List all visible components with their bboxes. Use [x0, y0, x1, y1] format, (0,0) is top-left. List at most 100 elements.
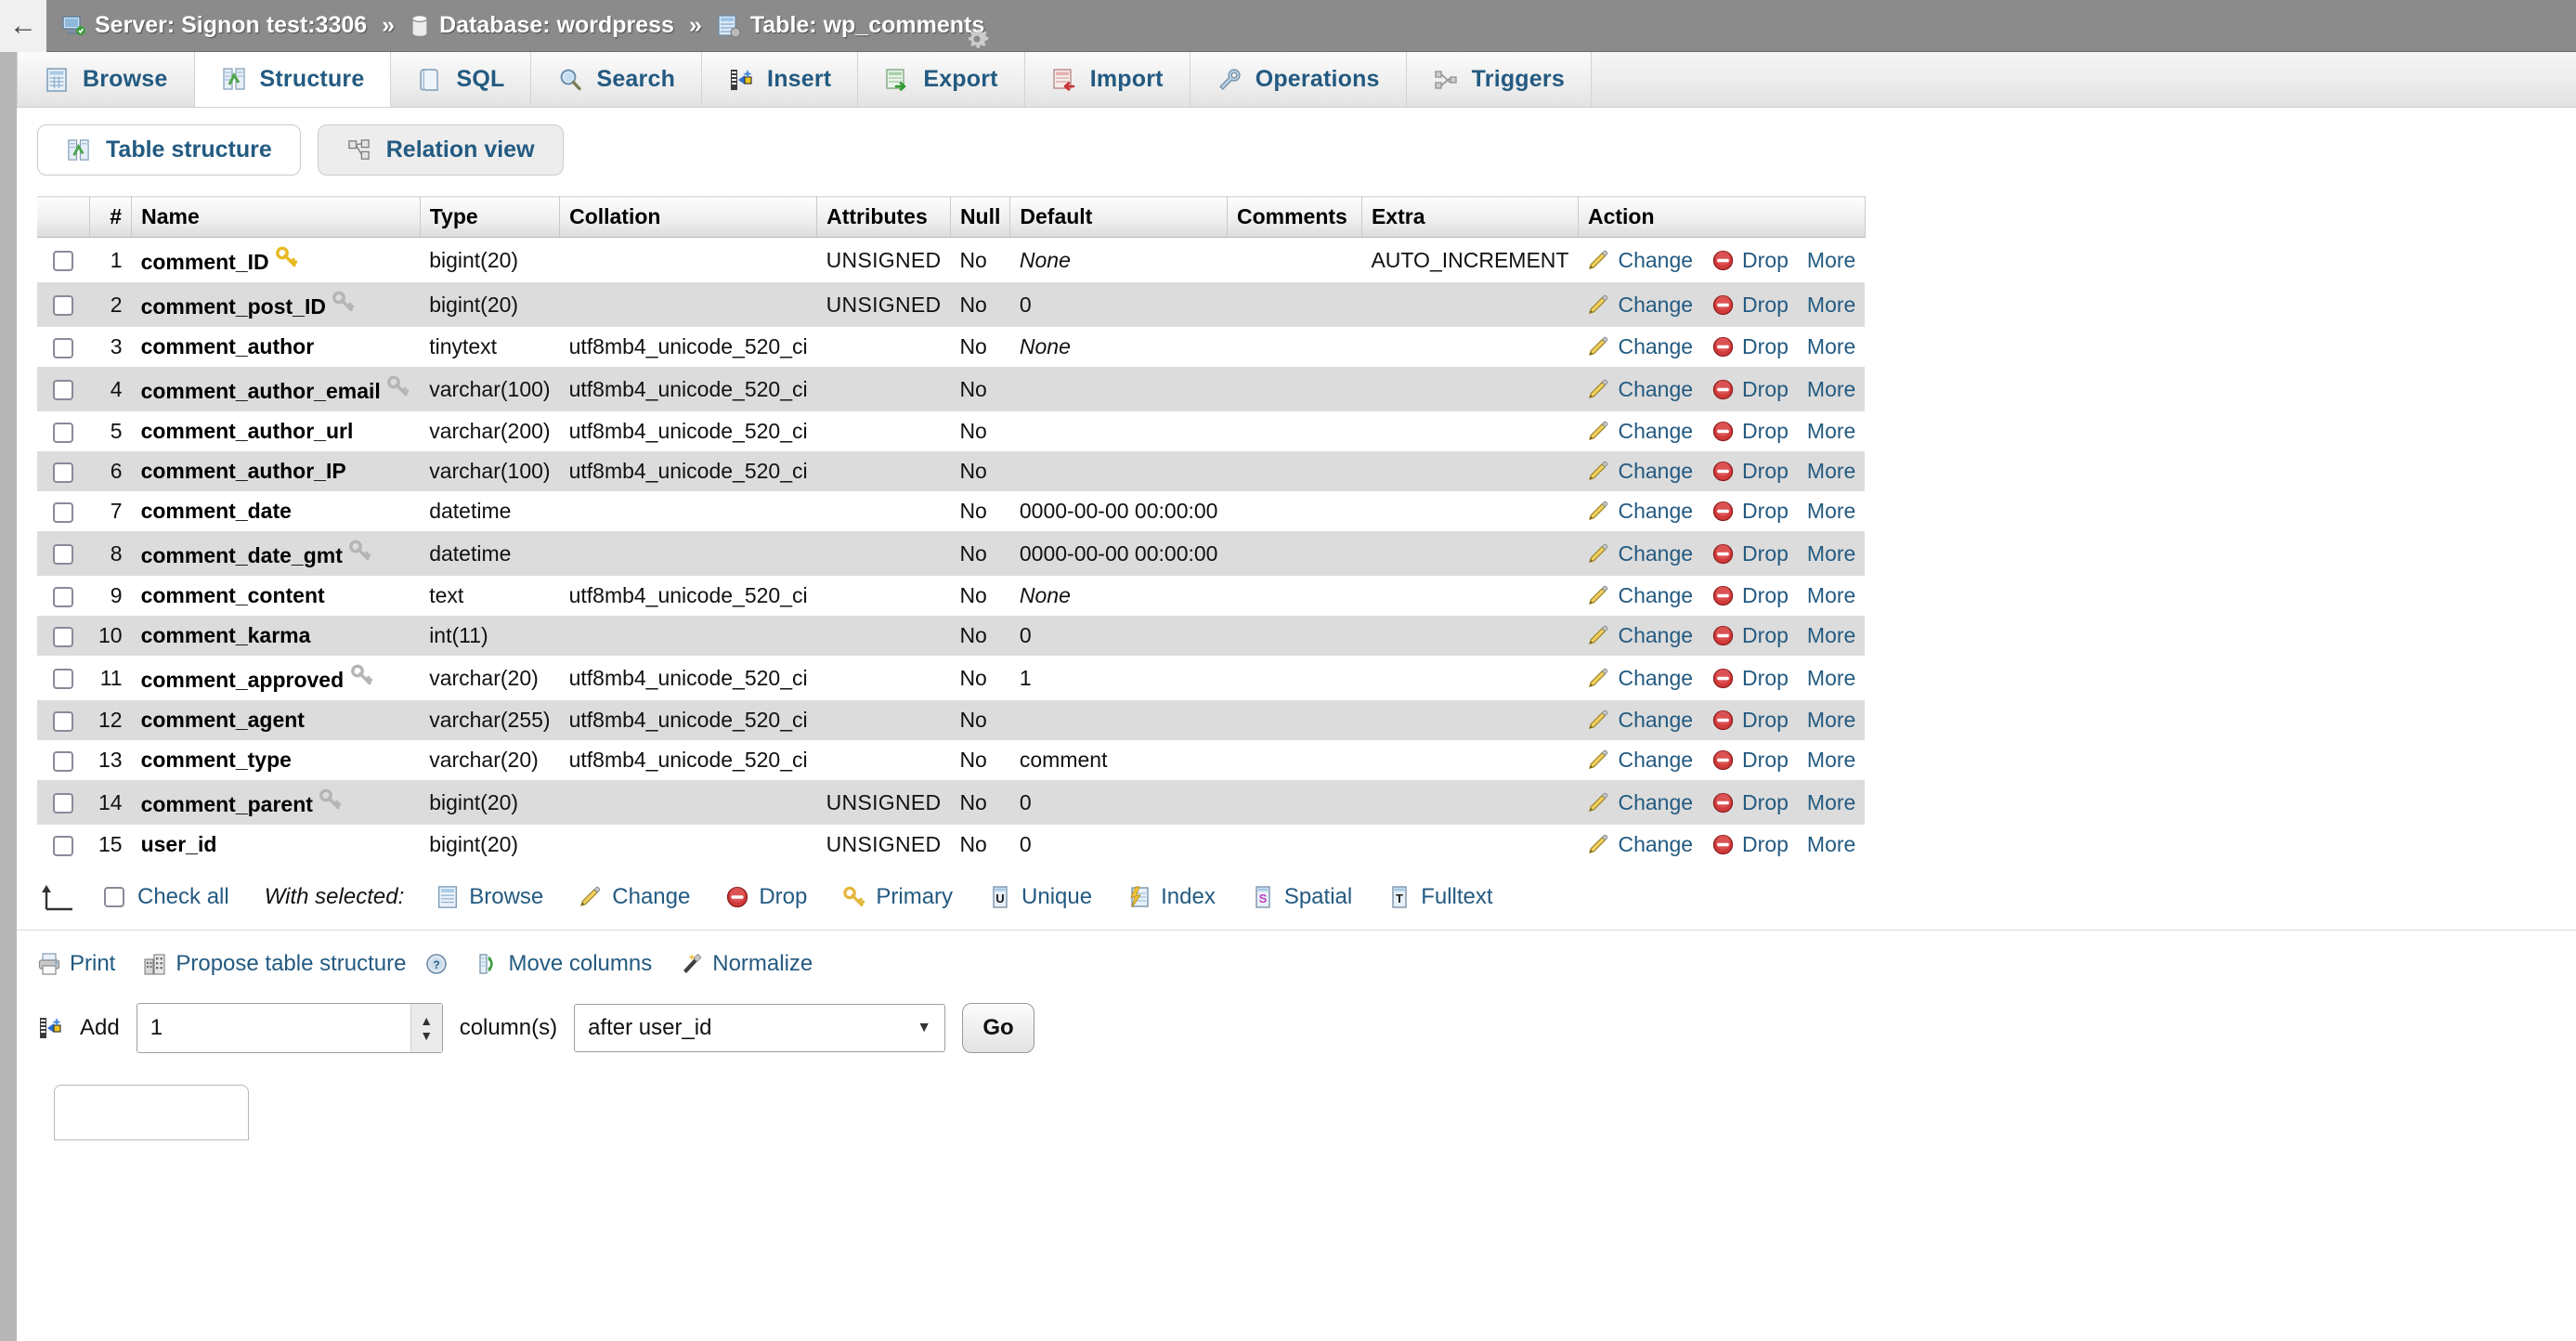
number-stepper[interactable]: ▲ ▼ — [410, 1004, 442, 1052]
propose-table-structure-action[interactable]: Propose table structure ? — [143, 951, 448, 977]
col-header-name[interactable]: Name — [131, 196, 421, 238]
table-row[interactable]: 8 comment_date_gmt datetime No 0000-00-00 0… — [37, 531, 1866, 576]
move-columns-action[interactable]: Move columns — [476, 951, 652, 977]
row-select-cell[interactable] — [37, 700, 89, 740]
table-row[interactable]: 13 comment_type varchar(20) utf8mb4_unicod… — [37, 740, 1866, 780]
row-select-cell[interactable] — [37, 491, 89, 531]
tab-triggers[interactable]: Triggers — [1406, 52, 1592, 107]
table-row[interactable]: 6 comment_author_IP varchar(100) utf8mb4_u… — [37, 451, 1866, 491]
row-checkbox[interactable] — [53, 669, 73, 690]
col-header-number[interactable]: # — [89, 196, 133, 238]
gear-icon[interactable] — [964, 26, 990, 52]
with-selected-index[interactable]: Index — [1127, 884, 1216, 910]
with-selected-drop[interactable]: Drop — [725, 884, 807, 910]
row-checkbox[interactable] — [53, 586, 73, 607]
row-more-action[interactable]: More — [1807, 499, 1855, 524]
row-column-name[interactable]: comment_parent — [131, 780, 421, 825]
col-header-extra[interactable]: Extra — [1361, 196, 1579, 238]
row-more-action[interactable]: More — [1807, 541, 1855, 566]
row-checkbox[interactable] — [53, 626, 73, 647]
table-row[interactable]: 5 comment_author_url varchar(200) utf8mb4_… — [37, 411, 1866, 451]
tab-export[interactable]: Export — [858, 52, 1025, 107]
row-select-cell[interactable] — [37, 656, 89, 700]
row-select-cell[interactable] — [37, 367, 89, 411]
with-selected-change[interactable]: Change — [579, 884, 690, 910]
row-drop-action[interactable]: Drop — [1711, 666, 1789, 691]
row-select-cell[interactable] — [37, 780, 89, 825]
row-select-cell[interactable] — [37, 411, 89, 451]
with-selected-browse[interactable]: Browse — [436, 884, 543, 910]
table-row[interactable]: 9 comment_content text utf8mb4_unicode_520… — [37, 576, 1866, 616]
row-drop-action[interactable]: Drop — [1711, 832, 1789, 857]
row-drop-action[interactable]: Drop — [1711, 334, 1789, 359]
add-column-count-input[interactable]: 1 ▲ ▼ — [136, 1003, 443, 1053]
row-drop-action[interactable]: Drop — [1711, 293, 1789, 318]
row-drop-action[interactable]: Drop — [1711, 419, 1789, 444]
table-row[interactable]: 4 comment_author_email varchar(100) utf8mb… — [37, 367, 1866, 411]
table-row[interactable]: 15 user_id bigint(20) UNSIGNED No 0 Change Dro… — [37, 825, 1866, 865]
row-checkbox[interactable] — [53, 380, 73, 401]
row-drop-action[interactable]: Drop — [1711, 583, 1789, 608]
breadcrumb-item-table[interactable]: Table: wp_comments — [717, 12, 984, 39]
row-column-name[interactable]: comment_author_email — [131, 367, 421, 411]
col-header-type[interactable]: Type — [420, 196, 561, 238]
row-change-action[interactable]: Change — [1587, 748, 1693, 773]
table-row[interactable]: 1 comment_ID bigint(20) UNSIGNED No None AUTO… — [37, 237, 1866, 282]
row-column-name[interactable]: comment_author — [131, 327, 421, 367]
row-more-action[interactable]: More — [1807, 832, 1855, 857]
row-more-action[interactable]: More — [1807, 708, 1855, 733]
row-more-action[interactable]: More — [1807, 666, 1855, 691]
select-all-arrow-icon[interactable] — [37, 881, 80, 913]
row-column-name[interactable]: comment_date — [131, 491, 421, 531]
col-header-attributes[interactable]: Attributes — [816, 196, 951, 238]
row-more-action[interactable]: More — [1807, 459, 1855, 484]
row-checkbox[interactable] — [53, 710, 73, 732]
row-checkbox[interactable] — [53, 295, 73, 317]
row-column-name[interactable]: comment_author_url — [131, 411, 421, 451]
row-column-name[interactable]: comment_author_IP — [131, 451, 421, 491]
row-change-action[interactable]: Change — [1587, 666, 1693, 691]
tab-browse[interactable]: Browse — [17, 52, 195, 107]
row-change-action[interactable]: Change — [1587, 334, 1693, 359]
row-checkbox[interactable] — [53, 544, 73, 566]
row-change-action[interactable]: Change — [1587, 499, 1693, 524]
stepper-up-icon[interactable]: ▲ — [420, 1014, 433, 1027]
row-drop-action[interactable]: Drop — [1711, 541, 1789, 566]
col-header-collation[interactable]: Collation — [559, 196, 818, 238]
row-column-name[interactable]: comment_content — [131, 576, 421, 616]
row-select-cell[interactable] — [37, 282, 89, 327]
row-more-action[interactable]: More — [1807, 419, 1855, 444]
row-more-action[interactable]: More — [1807, 293, 1855, 318]
col-header-default[interactable]: Default — [1009, 196, 1228, 238]
row-change-action[interactable]: Change — [1587, 832, 1693, 857]
table-row[interactable]: 11 comment_approved varchar(20) utf8mb4_un… — [37, 656, 1866, 700]
row-change-action[interactable]: Change — [1587, 459, 1693, 484]
row-change-action[interactable]: Change — [1587, 541, 1693, 566]
row-drop-action[interactable]: Drop — [1711, 790, 1789, 815]
row-column-name[interactable]: comment_post_ID — [131, 282, 421, 327]
add-column-position-select[interactable]: after user_id ▼ — [574, 1004, 946, 1052]
row-checkbox[interactable] — [53, 462, 73, 483]
row-column-name[interactable]: comment_approved — [131, 656, 421, 700]
subtab-table-structure[interactable]: Table structure — [37, 124, 301, 176]
with-selected-primary[interactable]: Primary — [842, 884, 953, 910]
row-column-name[interactable]: user_id — [131, 825, 421, 865]
row-column-name[interactable]: comment_date_gmt — [131, 531, 421, 576]
table-row[interactable]: 12 comment_agent varchar(255) utf8mb4_unic… — [37, 700, 1866, 740]
table-row[interactable]: 3 comment_author tinytext utf8mb4_unicode_… — [37, 327, 1866, 367]
row-drop-action[interactable]: Drop — [1711, 623, 1789, 648]
row-drop-action[interactable]: Drop — [1711, 459, 1789, 484]
row-checkbox[interactable] — [53, 422, 73, 443]
row-change-action[interactable]: Change — [1587, 708, 1693, 733]
row-column-name[interactable]: comment_type — [131, 740, 421, 780]
with-selected-unique[interactable]: U Unique — [988, 884, 1092, 910]
row-more-action[interactable]: More — [1807, 248, 1855, 273]
row-select-cell[interactable] — [37, 451, 89, 491]
row-change-action[interactable]: Change — [1587, 623, 1693, 648]
table-row[interactable]: 7 comment_date datetime No 0000-00-00 00:00… — [37, 491, 1866, 531]
row-change-action[interactable]: Change — [1587, 790, 1693, 815]
print-action[interactable]: Print — [37, 951, 115, 977]
tab-search[interactable]: Search — [531, 52, 703, 107]
row-change-action[interactable]: Change — [1587, 419, 1693, 444]
row-change-action[interactable]: Change — [1587, 377, 1693, 402]
